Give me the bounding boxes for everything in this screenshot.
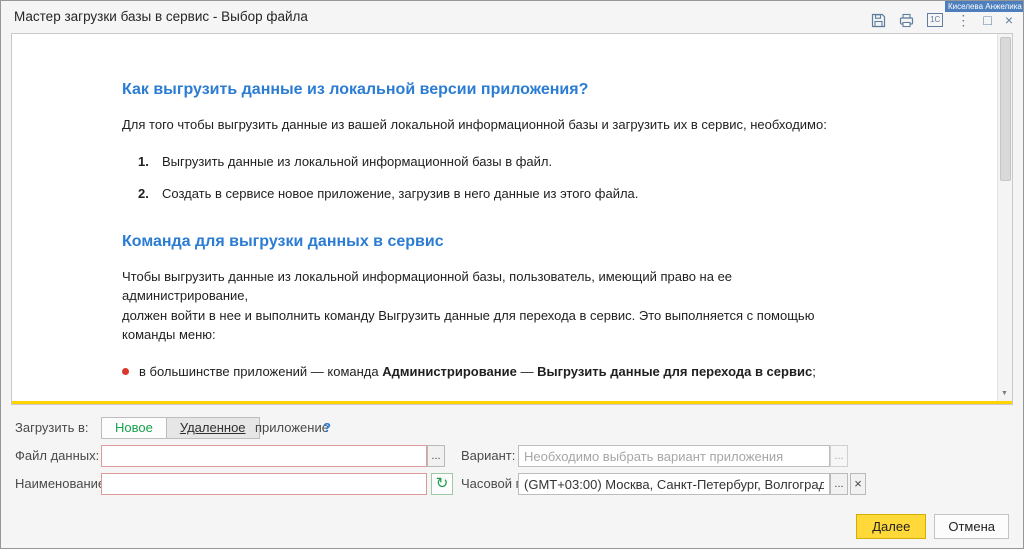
name-timezone-row: Наименование: ↻ Часовой пояс: ... × xyxy=(1,473,1023,495)
name-label: Наименование: xyxy=(15,473,109,495)
name-input[interactable] xyxy=(101,473,427,495)
bullet-bold: Администрирование xyxy=(382,364,517,379)
command-description-line2: администрирование, xyxy=(122,288,248,303)
window-title: Мастер загрузки базы в сервис - Выбор фа… xyxy=(14,9,308,24)
variant-input[interactable] xyxy=(518,445,830,467)
about-1c-icon[interactable]: 1С xyxy=(927,13,943,27)
bullet-text: в приложении «1С:Управление нашей фирмой… xyxy=(139,398,504,400)
step-number: 2. xyxy=(138,185,162,204)
data-file-browse-button[interactable]: ... xyxy=(427,445,445,467)
cancel-button[interactable]: Отмена xyxy=(934,514,1009,539)
content-heading-1: Как выгрузить данные из локальной версии… xyxy=(122,78,997,101)
timezone-clear-icon[interactable]: × xyxy=(850,473,866,495)
content-accent-bar xyxy=(12,401,1012,404)
bullet-bold: Выгрузить данные для перехода в сервис xyxy=(537,364,812,379)
bullet-item: в приложении «1С:Управление нашей фирмой… xyxy=(122,396,904,400)
bullet-icon xyxy=(122,368,129,375)
load-to-label: Загрузить в: xyxy=(15,417,89,439)
toggle-remote-option[interactable]: Удаленное xyxy=(167,417,260,439)
data-file-label: Файл данных: xyxy=(15,445,99,467)
app-type-toggle: Новое Удаленное xyxy=(101,417,260,439)
titlebar-actions: 1С ⋮ □ × xyxy=(871,12,1013,28)
command-description: Чтобы выгрузить данные из локальной инфо… xyxy=(122,267,834,345)
kebab-menu-icon[interactable]: ⋮ xyxy=(956,13,970,27)
save-icon[interactable] xyxy=(871,13,886,28)
variant-browse-button[interactable]: ... xyxy=(830,445,848,467)
maximize-button[interactable]: □ xyxy=(983,13,991,27)
print-icon[interactable] xyxy=(899,13,914,28)
command-description-line1: Чтобы выгрузить данные из локальной инфо… xyxy=(122,269,732,284)
dialog-buttons: Далее Отмена xyxy=(856,514,1009,539)
load-to-row: Загрузить в: Новое Удаленное приложение … xyxy=(1,417,1023,439)
timezone-input[interactable] xyxy=(518,473,830,495)
titlebar: Мастер загрузки базы в сервис - Выбор фа… xyxy=(1,1,1023,33)
step-text: Создать в сервисе новое приложение, загр… xyxy=(162,185,638,204)
bullet-item: в большинстве приложений — команда Админ… xyxy=(122,362,904,382)
help-link[interactable]: ? xyxy=(323,417,331,439)
instructions-panel: Как выгрузить данные из локальной версии… xyxy=(11,33,1013,405)
user-badge: Киселева Анжелика Михайловна xyxy=(945,1,1023,12)
timezone-browse-button[interactable]: ... xyxy=(830,473,848,495)
wizard-form: Загрузить в: Новое Удаленное приложение … xyxy=(1,405,1023,548)
vertical-scrollbar[interactable]: ▼ xyxy=(997,34,1012,404)
step-text: Выгрузить данные из локальной информацио… xyxy=(162,153,552,172)
close-button[interactable]: × xyxy=(1005,13,1013,27)
next-button[interactable]: Далее xyxy=(856,514,926,539)
scrollbar-thumb[interactable] xyxy=(1000,37,1011,181)
wizard-dialog: Мастер загрузки базы в сервис - Выбор фа… xyxy=(0,0,1024,549)
step-item: 2. Создать в сервисе новое приложение, з… xyxy=(122,185,918,204)
bullet-bold: Администрирование xyxy=(588,398,723,400)
bullet-text: в большинстве приложений — команда xyxy=(139,364,382,379)
command-description-line3: должен войти в нее и выполнить команду В… xyxy=(122,308,814,343)
intro-text: Для того чтобы выгрузить данные из вашей… xyxy=(122,116,922,135)
content-heading-2: Команда для выгрузки данных в сервис xyxy=(122,230,997,253)
step-item: 1. Выгрузить данные из локальной информа… xyxy=(122,153,918,172)
variant-label: Вариант: xyxy=(461,445,515,467)
toggle-new-option[interactable]: Новое xyxy=(101,417,167,439)
instructions-text: Как выгрузить данные из локальной версии… xyxy=(12,34,997,400)
data-file-input[interactable] xyxy=(101,445,427,467)
file-variant-row: Файл данных: ... Вариант: ... xyxy=(1,445,1023,467)
bullet-bold: Компания xyxy=(504,398,568,400)
refresh-icon[interactable]: ↻ xyxy=(431,473,453,495)
bullet-bold: Переход между xyxy=(743,398,843,400)
step-number: 1. xyxy=(138,153,162,172)
scroll-down-icon[interactable]: ▼ xyxy=(998,387,1011,400)
application-suffix-label: приложение xyxy=(255,417,329,439)
